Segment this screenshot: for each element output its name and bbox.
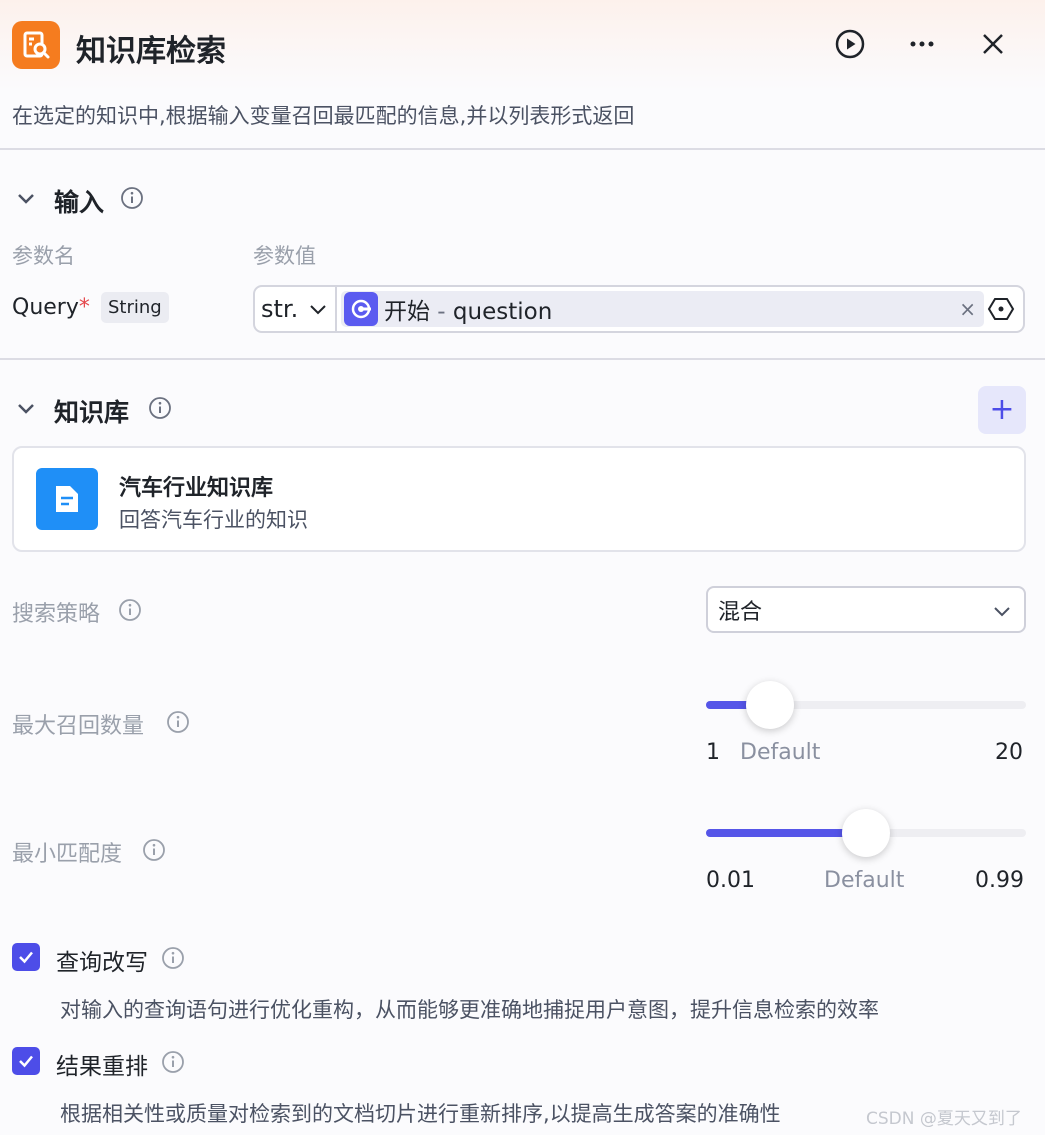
node-header: 知识库检索 bbox=[0, 0, 1045, 90]
close-icon bbox=[983, 34, 1003, 54]
max-recall-slider[interactable] bbox=[706, 681, 1026, 729]
slider-thumb[interactable] bbox=[746, 681, 794, 729]
search-strategy-label: 搜索策略 bbox=[12, 602, 101, 627]
node-title: 知识库检索 bbox=[76, 34, 226, 69]
checkmark-icon bbox=[19, 951, 33, 964]
clear-variable-button[interactable]: × bbox=[959, 297, 976, 321]
param-type-tag: String bbox=[101, 292, 169, 323]
start-node-icon bbox=[344, 292, 378, 326]
add-knowledge-button[interactable]: + bbox=[978, 386, 1026, 434]
knowledge-base-name: 汽车行业知识库 bbox=[119, 476, 274, 501]
info-icon[interactable] bbox=[166, 710, 190, 734]
query-rewrite-checkbox[interactable] bbox=[12, 943, 40, 971]
rerank-description: 根据相关性或质量对检索到的文档切片进行重新排序,以提高生成答案的准确性 bbox=[60, 1102, 781, 1126]
required-mark: * bbox=[78, 295, 90, 320]
max-recall-label: 最大召回数量 bbox=[12, 714, 145, 739]
input-collapse-toggle[interactable] bbox=[14, 186, 38, 210]
slider-thumb[interactable] bbox=[842, 809, 890, 857]
rerank-label: 结果重排 bbox=[56, 1054, 148, 1080]
info-icon[interactable] bbox=[161, 946, 185, 970]
param-value-field[interactable]: str. 开始 - question × bbox=[253, 285, 1025, 333]
column-header-value: 参数值 bbox=[253, 244, 316, 268]
divider bbox=[0, 148, 1045, 150]
chevron-down-icon bbox=[310, 305, 326, 315]
divider bbox=[0, 358, 1045, 360]
checkmark-icon bbox=[19, 1055, 33, 1068]
node-description: 在选定的知识中,根据输入变量召回最匹配的信息,并以列表形式返回 bbox=[12, 104, 635, 128]
plus-icon: + bbox=[989, 392, 1015, 427]
max-recall-default-label: Default bbox=[740, 740, 821, 765]
close-button[interactable] bbox=[977, 28, 1009, 60]
min-match-label: 最小匹配度 bbox=[12, 842, 123, 867]
more-button[interactable] bbox=[906, 28, 938, 60]
info-icon[interactable] bbox=[118, 598, 142, 622]
info-icon[interactable] bbox=[161, 1050, 185, 1074]
run-button[interactable] bbox=[834, 28, 866, 60]
query-rewrite-label: 查询改写 bbox=[56, 950, 148, 976]
variable-picker-icon[interactable] bbox=[987, 295, 1015, 323]
document-icon bbox=[36, 468, 98, 530]
search-strategy-value: 混合 bbox=[718, 599, 763, 625]
value-type-label: str. bbox=[261, 295, 299, 323]
min-match-default-label: Default bbox=[824, 868, 905, 893]
value-type-select[interactable]: str. bbox=[255, 287, 337, 331]
knowledge-search-icon bbox=[12, 21, 60, 69]
min-match-min: 0.01 bbox=[706, 868, 755, 893]
info-icon[interactable] bbox=[120, 186, 144, 210]
chevron-down-icon bbox=[18, 404, 34, 414]
input-section-title: 输入 bbox=[54, 188, 105, 217]
search-strategy-select[interactable]: 混合 bbox=[706, 586, 1026, 633]
min-match-max: 0.99 bbox=[975, 868, 1024, 893]
max-recall-min: 1 bbox=[706, 740, 720, 765]
min-match-slider[interactable] bbox=[706, 809, 1026, 857]
kb-collapse-toggle[interactable] bbox=[14, 396, 38, 420]
param-name: Query* bbox=[12, 295, 90, 320]
kb-section-title: 知识库 bbox=[54, 398, 130, 427]
variable-reference-text: 开始 - question bbox=[384, 299, 553, 325]
knowledge-base-card[interactable]: 汽车行业知识库 回答汽车行业的知识 bbox=[12, 446, 1026, 552]
query-rewrite-description: 对输入的查询语句进行优化重构，从而能够更准确地捕捉用户意图，提升信息检索的效率 bbox=[60, 998, 879, 1022]
info-icon[interactable] bbox=[142, 838, 166, 862]
info-icon[interactable] bbox=[148, 396, 172, 420]
rerank-checkbox[interactable] bbox=[12, 1047, 40, 1075]
chevron-down-icon bbox=[994, 607, 1010, 617]
knowledge-base-description: 回答汽车行业的知识 bbox=[119, 508, 308, 532]
max-recall-max: 20 bbox=[995, 740, 1023, 765]
play-icon bbox=[835, 29, 865, 59]
variable-reference-chip[interactable]: 开始 - question × bbox=[341, 291, 984, 327]
watermark: CSDN @夏天又到了 bbox=[866, 1109, 1022, 1129]
chevron-down-icon bbox=[18, 194, 34, 204]
more-dots-icon bbox=[910, 41, 934, 47]
column-header-name: 参数名 bbox=[12, 244, 75, 268]
